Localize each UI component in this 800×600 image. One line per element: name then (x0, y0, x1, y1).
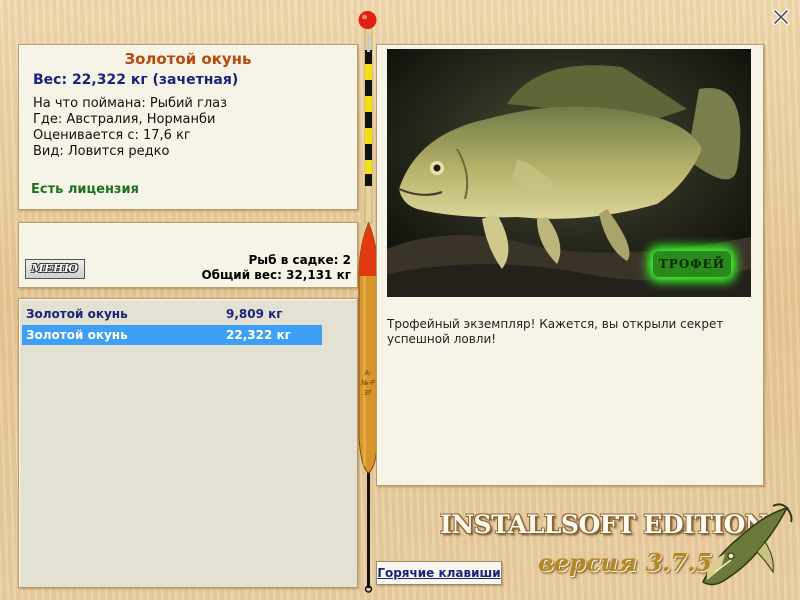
fish-rarity: Вид: Ловится редко (33, 144, 170, 159)
trophy-panel: ТРОФЕЙ Трофейный экземпляр! Кажется, вы … (376, 44, 764, 486)
fish-bait: На что поймана: Рыбий глаз (33, 96, 228, 111)
close-icon[interactable] (772, 8, 790, 26)
fish-title: Золотой окунь (124, 50, 252, 68)
catch-row-selected[interactable]: Золотой окунь 22,322 кг (22, 325, 322, 345)
trophy-badge: ТРОФЕЙ (653, 251, 731, 277)
catch-row-weight: 22,322 кг (226, 328, 291, 342)
version-label: версия 3.7.5 (538, 548, 713, 577)
catch-row[interactable]: Золотой окунь 9,809 кг (22, 304, 322, 324)
cage-panel: МЕНЮ Рыб в садке: 2 Общий вес: 32,131 кг (18, 222, 358, 288)
hotkeys-button[interactable]: Горячие клавиши (376, 561, 502, 585)
license-status: Есть лицензия (31, 182, 139, 197)
catch-row-weight: 9,809 кг (226, 307, 283, 321)
fish-weight: Вес: 22,322 кг (зачетная) (33, 72, 239, 88)
float-marking: А-№-Р 3Г (360, 369, 376, 397)
pike-logo-icon (702, 503, 793, 586)
catch-row-name: Золотой окунь (26, 328, 128, 342)
fish-location: Где: Австралия, Норманби (33, 112, 216, 127)
fish-threshold: Оценивается с: 17,6 кг (33, 128, 191, 143)
catch-list: Золотой окунь 9,809 кг Золотой окунь 22,… (18, 298, 358, 588)
trophy-message: Трофейный экземпляр! Кажется, вы открыли… (387, 317, 724, 346)
fish-info-panel: Золотой окунь Вес: 22,322 кг (зачетная) … (18, 44, 358, 210)
fish-image: ТРОФЕЙ (387, 49, 751, 297)
cage-total-weight: Общий вес: 32,131 кг (201, 268, 351, 282)
cage-fish-count: Рыб в садке: 2 (248, 253, 352, 267)
catch-row-name: Золотой окунь (26, 307, 128, 321)
menu-button[interactable]: МЕНЮ (25, 259, 85, 279)
